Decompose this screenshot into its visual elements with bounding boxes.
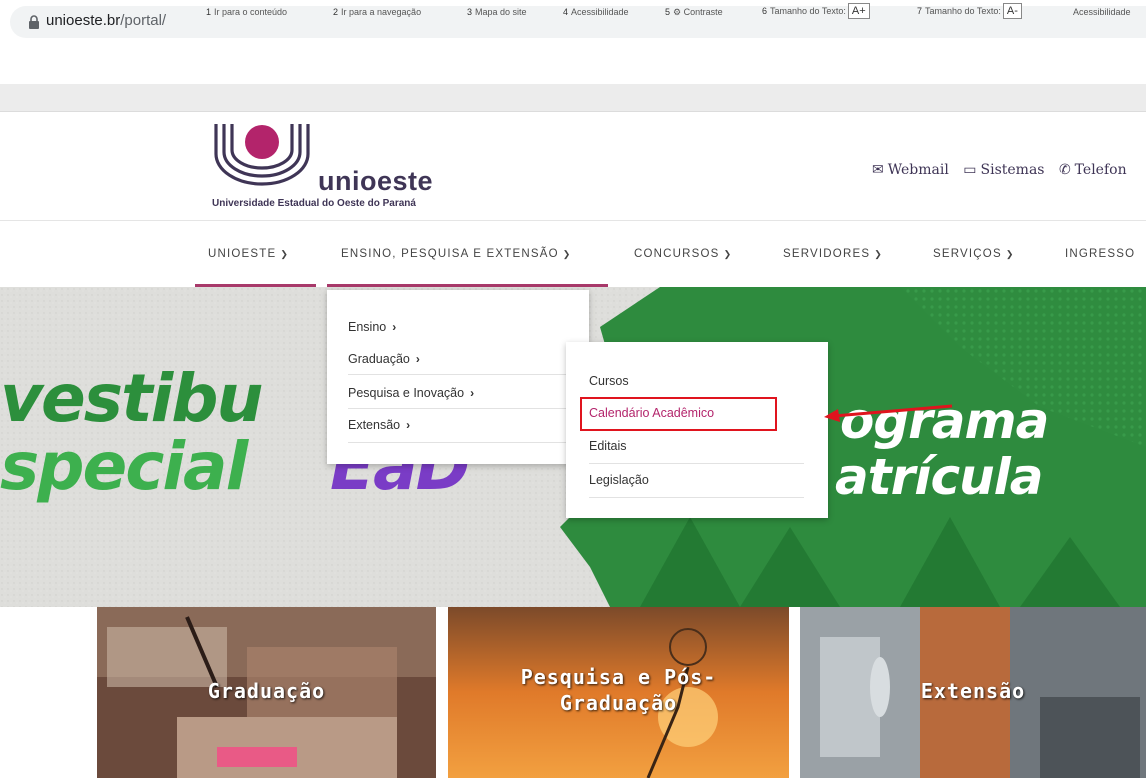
submenu-item-cursos[interactable]: Cursos (589, 374, 629, 388)
card-graduacao[interactable]: Graduação (97, 607, 436, 778)
menu-divider (348, 408, 588, 409)
logo-subtitle: Universidade Estadual do Oeste do Paraná (212, 198, 416, 209)
nav-concursos[interactable]: CONCURSOS ❯ (634, 248, 732, 260)
chevron-down-icon: ❯ (1005, 249, 1015, 259)
banner-right-line2: atrícula (835, 448, 1044, 506)
a11y-accessibility[interactable]: 4 Acessibilidade (563, 7, 629, 17)
menu-divider (348, 374, 588, 375)
banner-left-line2: special (0, 428, 248, 505)
menu-item-pesquisa-inovacao[interactable]: Pesquisa e Inovação › (348, 386, 474, 400)
chevron-down-icon: ❯ (874, 249, 883, 259)
nav-ensino-pesquisa-extensao[interactable]: ENSINO, PESQUISA E EXTENSÃO ❯ (341, 248, 571, 260)
a11y-contrast[interactable]: 5 ⚙ Contraste (665, 7, 723, 18)
highlight-box (580, 397, 777, 431)
menu-item-extensao[interactable]: Extensão › (348, 418, 410, 432)
chevron-right-icon: › (406, 418, 411, 432)
menu-divider (348, 442, 588, 443)
url-path: /portal/ (120, 12, 167, 29)
a11y-text-decrease[interactable]: 7 Tamanho do Texto: A- (917, 3, 1022, 19)
menu-divider (589, 497, 804, 498)
a11y-sitemap[interactable]: 3 Mapa do site (467, 7, 527, 17)
unioeste-logo-icon[interactable] (212, 124, 312, 186)
webmail-link[interactable]: ✉ Webmail (872, 162, 949, 178)
contrast-icon: ⚙ (673, 7, 684, 17)
chevron-right-icon: › (470, 386, 475, 400)
lock-icon (29, 15, 39, 29)
card-pesquisa-title-line1: Pesquisa e Pós- (520, 665, 717, 689)
banner-left-line1: vestibu (0, 360, 263, 437)
url-domain: unioeste.br (46, 12, 121, 29)
a11y-skip-navigation[interactable]: 2 Ir para a navegação (333, 7, 421, 17)
monitor-icon: ▭ (963, 162, 977, 178)
nav-servidores[interactable]: SERVIDORES ❯ (783, 248, 883, 260)
submenu-item-editais[interactable]: Editais (589, 439, 627, 453)
sistemas-link[interactable]: ▭ Sistemas (963, 162, 1044, 178)
nav-unioeste[interactable]: UNIOESTE ❯ (208, 248, 289, 260)
logo-wordmark[interactable]: unioeste (318, 166, 433, 197)
nav-ingresso[interactable]: INGRESSO (1065, 248, 1135, 260)
accessibility-bar (0, 84, 1146, 112)
menu-divider (589, 463, 804, 464)
card-pesquisa-title-line2: Graduação (559, 691, 678, 715)
card-pesquisa-pos-graduacao[interactable]: Pesquisa e Pós- Graduação (448, 607, 789, 778)
submenu-item-legislacao[interactable]: Legislação (589, 473, 649, 487)
chevron-right-icon: › (415, 352, 420, 366)
menu-item-ensino[interactable]: Ensino › (348, 320, 396, 334)
chevron-right-icon: › (392, 320, 397, 334)
text-increase-button[interactable]: A+ (847, 3, 870, 19)
card-extensao[interactable]: Extensão (800, 607, 1146, 778)
chevron-down-icon: ❯ (562, 249, 572, 259)
a11y-accessibility-link[interactable]: Acessibilidade (1073, 7, 1131, 17)
menu-item-graduacao[interactable]: Graduação › (348, 352, 420, 366)
a11y-text-increase[interactable]: 6 Tamanho do Texto: A+ (762, 3, 870, 19)
chevron-down-icon: ❯ (723, 249, 733, 259)
annotation-arrow-icon (824, 404, 953, 422)
telefones-link[interactable]: ✆ Telefon (1059, 162, 1127, 178)
envelope-icon: ✉ (872, 162, 884, 178)
text-decrease-button[interactable]: A- (1002, 3, 1022, 19)
phone-icon: ✆ (1058, 162, 1071, 178)
chevron-down-icon: ❯ (280, 249, 290, 259)
nav-servicos[interactable]: SERVIÇOS ❯ (933, 248, 1015, 260)
card-graduacao-title: Graduação (207, 679, 326, 703)
card-extensao-title: Extensão (920, 679, 1026, 703)
header-links: ✉ Webmail ▭ Sistemas ✆ Telefon (872, 162, 1137, 178)
dropdown-ensino-menu: Ensino › Graduação › Pesquisa e Inovação › … (327, 290, 589, 464)
url-text[interactable]: unioeste.br/portal/ (46, 12, 166, 29)
a11y-skip-content[interactable]: 1 Ir para o conteúdo (206, 7, 287, 17)
